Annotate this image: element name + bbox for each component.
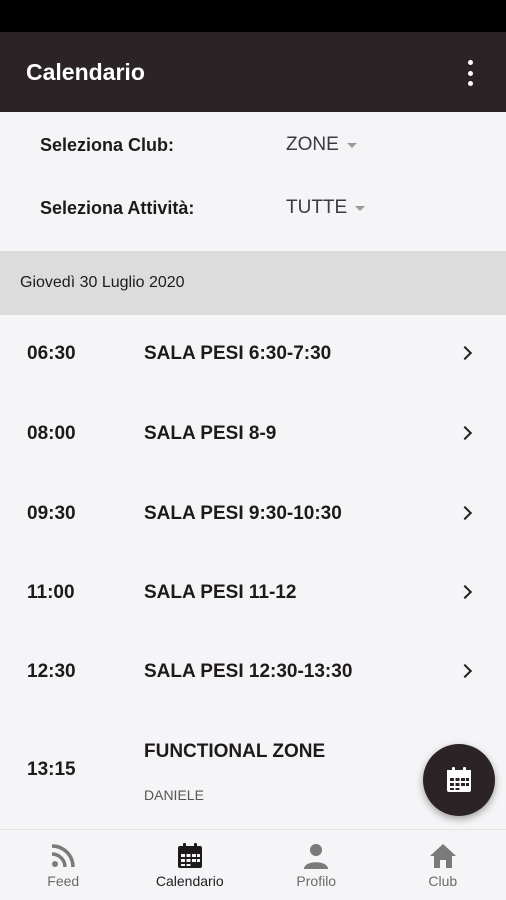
dropdown-arrow-icon xyxy=(346,142,357,148)
chevron-right-icon xyxy=(457,425,473,441)
nav-label-profilo: Profilo xyxy=(296,873,337,889)
events-list[interactable]: 06:30 SALA PESI 6:30-7:30 08:00 SALA PES… xyxy=(0,315,506,829)
event-time: 13:15 xyxy=(27,759,76,780)
nav-label-club: Club xyxy=(428,873,458,889)
nav-label-feed: Feed xyxy=(47,873,80,889)
status-bar xyxy=(0,0,506,32)
event-title: SALA PESI 9:30-10:30 xyxy=(144,503,342,524)
dropdown-arrow-icon xyxy=(355,205,366,211)
calendar-icon xyxy=(447,767,471,792)
event-title: SALA PESI 11-12 xyxy=(144,582,297,603)
event-title: SALA PESI 8-9 xyxy=(144,423,277,444)
chevron-right-icon xyxy=(457,584,473,600)
person-icon xyxy=(304,844,329,869)
event-row[interactable]: 08:00 SALA PESI 8-9 xyxy=(0,394,506,473)
event-time: 09:30 xyxy=(27,503,76,524)
date-header: Giovedì 30 Luglio 2020 xyxy=(0,251,506,315)
chevron-right-icon xyxy=(457,505,473,521)
more-vert-icon[interactable] xyxy=(466,60,474,86)
event-row[interactable]: 09:30 SALA PESI 9:30-10:30 xyxy=(0,474,506,553)
club-select-value: ZONE xyxy=(286,134,339,155)
event-row[interactable]: 06:30 SALA PESI 6:30-7:30 xyxy=(0,315,506,394)
calendar-icon xyxy=(177,843,202,868)
event-row[interactable]: 11:00 SALA PESI 11-12 xyxy=(0,553,506,632)
event-title: SALA PESI 6:30-7:30 xyxy=(144,343,332,364)
nav-item-calendario[interactable]: Calendario xyxy=(127,830,254,900)
home-icon xyxy=(429,844,456,868)
event-time: 12:30 xyxy=(27,661,76,682)
club-filter-row: Seleziona Club: ZONE xyxy=(0,125,506,165)
nav-item-profilo[interactable]: Profilo xyxy=(253,830,380,900)
bottom-navigation: Feed Calendario Profilo Club xyxy=(0,829,506,900)
app-bar: Calendario xyxy=(0,32,506,112)
event-title: SALA PESI 12:30-13:30 xyxy=(144,661,353,682)
club-select[interactable]: ZONE xyxy=(286,134,357,156)
date-header-text: Giovedì 30 Luglio 2020 xyxy=(20,274,185,291)
nav-label-calendario: Calendario xyxy=(155,873,224,889)
nav-item-feed[interactable]: Feed xyxy=(0,830,127,900)
activity-select[interactable]: TUTTE xyxy=(286,197,366,219)
event-row[interactable]: 12:30 SALA PESI 12:30-13:30 xyxy=(0,633,506,712)
activity-filter-row: Seleziona Attività: TUTTE xyxy=(0,188,506,228)
activity-select-value: TUTTE xyxy=(286,197,348,218)
page-title: Calendario xyxy=(26,58,145,85)
event-time: 08:00 xyxy=(27,423,76,444)
calendar-fab-button[interactable] xyxy=(423,744,495,816)
chevron-right-icon xyxy=(457,663,473,679)
activity-filter-label: Seleziona Attività: xyxy=(40,197,195,218)
club-filter-label: Seleziona Club: xyxy=(40,134,175,155)
event-time: 06:30 xyxy=(27,343,76,364)
nav-item-club[interactable]: Club xyxy=(380,830,506,900)
event-instructor: DANIELE xyxy=(144,787,204,803)
filters-panel: Seleziona Club: ZONE Seleziona Attività:… xyxy=(0,112,506,245)
rss-feed-icon xyxy=(52,844,75,868)
chevron-right-icon xyxy=(457,345,473,361)
event-time: 11:00 xyxy=(27,582,75,603)
event-title: FUNCTIONAL ZONE xyxy=(144,741,326,762)
